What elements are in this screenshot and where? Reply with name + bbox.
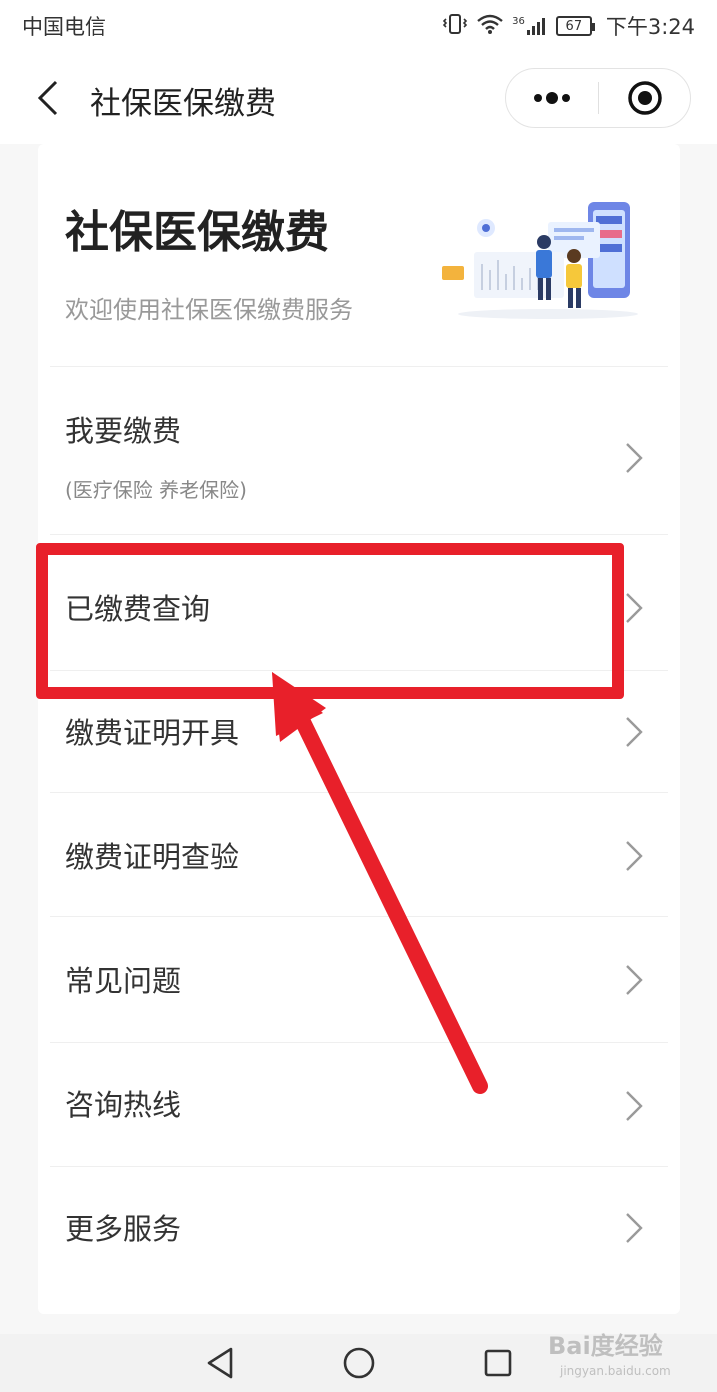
menu-item-certificate-issue[interactable]: 缴费证明开具 — [38, 674, 680, 794]
system-back-button[interactable] — [200, 1343, 240, 1383]
circle-home-icon — [343, 1347, 374, 1379]
divider — [50, 1166, 668, 1167]
chevron-right-icon — [626, 1091, 643, 1121]
chevron-right-icon — [626, 965, 643, 995]
menu-item-certificate-verify[interactable]: 缴费证明查验 — [38, 796, 680, 916]
status-time: 下午3:24 — [605, 15, 695, 39]
close-mini-program-button[interactable] — [599, 69, 690, 127]
service-card: 社保医保缴费 欢迎使用社保医保缴费服务 我要缴费 (医疗保险 养老保险) 已缴费… — [38, 144, 680, 1314]
square-recents-icon — [484, 1349, 511, 1377]
watermark-logo: Bai度经验 — [548, 1332, 663, 1360]
menu-item-faq[interactable]: 常见问题 — [38, 920, 680, 1040]
divider — [50, 1042, 668, 1043]
divider — [50, 792, 668, 793]
carrier-name: 中国电信 — [22, 15, 106, 39]
chevron-right-icon — [626, 1213, 643, 1243]
status-bar: 中国电信 36 67 下午3:24 — [0, 0, 717, 52]
triangle-back-icon — [207, 1347, 232, 1379]
page-title: 社保医保缴费 — [65, 207, 329, 258]
menu-item-hotline[interactable]: 咨询热线 — [38, 1046, 680, 1166]
menu-item-label: 已缴费查询 — [65, 592, 211, 626]
chevron-right-icon — [626, 443, 643, 473]
target-icon — [627, 81, 662, 115]
chevron-right-icon — [626, 841, 643, 871]
divider — [50, 366, 668, 367]
battery-icon: 67 — [555, 16, 595, 36]
divider — [50, 916, 668, 917]
vibrate-icon — [442, 13, 468, 40]
chevron-left-icon — [37, 80, 58, 116]
wifi-icon — [476, 13, 504, 40]
menu-item-paid-query[interactable]: 已缴费查询 — [38, 538, 680, 662]
watermark-url: jingyan.baidu.com — [560, 1364, 671, 1378]
system-recent-apps-button[interactable] — [478, 1343, 518, 1383]
mini-program-capsule — [505, 68, 691, 128]
menu-item-sublabel: (医疗保险 养老保险) — [65, 478, 247, 502]
chevron-right-icon — [626, 593, 643, 623]
more-dots-icon — [534, 92, 570, 104]
menu-item-label: 缴费证明开具 — [65, 716, 240, 750]
menu-item-label: 更多服务 — [65, 1212, 182, 1246]
menu-item-label: 我要缴费 — [65, 414, 182, 448]
menu-item-label: 缴费证明查验 — [65, 840, 240, 874]
menu-item-pay[interactable]: 我要缴费 (医疗保险 养老保险) — [38, 370, 680, 530]
signal-icon: 36 — [512, 16, 548, 36]
chevron-right-icon — [626, 717, 643, 747]
more-button[interactable] — [506, 69, 598, 127]
menu-item-label: 咨询热线 — [65, 1088, 182, 1122]
back-button[interactable] — [28, 78, 68, 118]
page-subtitle: 欢迎使用社保医保缴费服务 — [65, 296, 353, 324]
status-icons: 36 67 下午3:24 — [442, 11, 695, 41]
menu-item-more-services[interactable]: 更多服务 — [38, 1170, 680, 1290]
nav-title: 社保医保缴费 — [90, 86, 276, 122]
system-home-button[interactable] — [339, 1343, 379, 1383]
divider — [50, 534, 668, 535]
divider — [50, 670, 668, 671]
menu-item-label: 常见问题 — [65, 964, 182, 998]
navigation-bar: 社保医保缴费 — [0, 52, 717, 144]
service-illustration — [442, 202, 638, 319]
